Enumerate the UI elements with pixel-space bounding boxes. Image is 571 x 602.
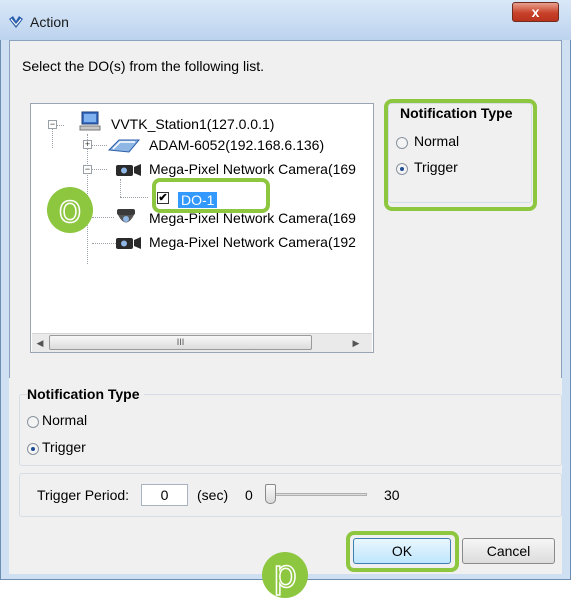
close-button[interactable]: x (512, 2, 559, 22)
trigger-slider-track[interactable] (271, 493, 367, 496)
tree-item-camera-1[interactable]: Mega-Pixel Network Camera(169 (149, 159, 356, 179)
cancel-button[interactable]: Cancel (462, 538, 555, 564)
collapse-toggle[interactable]: − (48, 120, 57, 129)
app-icon (9, 16, 23, 28)
camera-icon (116, 237, 141, 249)
annotation-badge-o: o (47, 186, 93, 233)
scroll-thumb[interactable]: III (49, 335, 312, 350)
radio-normal-label-bottom: Normal (42, 412, 88, 428)
trigger-slider-thumb[interactable] (265, 484, 276, 504)
instruction-text: Select the DO(s) from the following list… (22, 58, 264, 74)
notification-type-title-bottom: Notification Type (27, 386, 144, 402)
tree-item-camera-3[interactable]: Mega-Pixel Network Camera(192 (149, 232, 356, 252)
camera-icon (116, 164, 141, 176)
notification-type-group-bottom (19, 394, 562, 466)
annotation-badge-p: p (262, 551, 308, 598)
tree-item-station[interactable]: VVTK_Station1(127.0.0.1) (111, 114, 274, 134)
tree-item-adam[interactable]: ADAM-6052(192.168.6.136) (149, 135, 324, 155)
computer-icon (79, 111, 101, 131)
trigger-unit-label: (sec) (197, 487, 229, 503)
highlight-ok-button (346, 531, 459, 572)
slider-max-label: 30 (384, 487, 400, 503)
slider-min-label: 0 (245, 487, 253, 503)
close-icon: x (531, 4, 540, 20)
trigger-period-label: Trigger Period: (37, 487, 130, 503)
dome-camera-icon (117, 209, 135, 223)
collapse-toggle[interactable]: − (83, 165, 92, 174)
highlight-notification-type (384, 99, 537, 211)
radio-normal-bottom[interactable] (27, 416, 39, 428)
highlight-do-1 (152, 178, 270, 213)
device-icon (107, 139, 141, 153)
scroll-right-icon[interactable]: ▶ (348, 335, 364, 351)
title-bar[interactable] (0, 0, 571, 40)
horizontal-scrollbar[interactable]: ◀ III ▶ (32, 333, 372, 352)
scroll-left-icon[interactable]: ◀ (32, 335, 48, 351)
radio-trigger-bottom[interactable] (27, 443, 39, 455)
window-title: Action (30, 14, 69, 30)
grip-icon: III (176, 337, 185, 347)
trigger-period-input[interactable]: 0 (141, 484, 188, 506)
radio-trigger-label-bottom: Trigger (42, 439, 86, 455)
expand-toggle[interactable]: + (83, 140, 92, 149)
